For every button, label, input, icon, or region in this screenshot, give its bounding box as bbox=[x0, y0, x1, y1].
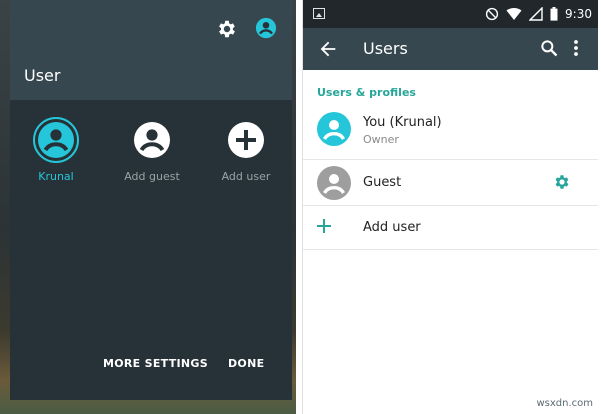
users-settings-screen: 9:30 Users Users & profiles You (Krunal)… bbox=[302, 0, 598, 414]
signal-icon bbox=[529, 7, 543, 21]
user-tile-add-user[interactable]: Add user bbox=[200, 116, 292, 183]
more-vert-icon[interactable] bbox=[571, 38, 581, 58]
account-circle-icon bbox=[33, 117, 79, 163]
list-item-title: Add user bbox=[363, 220, 421, 235]
plus-icon bbox=[317, 219, 331, 233]
done-button[interactable]: DONE bbox=[228, 357, 264, 370]
quick-settings-panel: User Krunal Add guest Add user MORE SETT… bbox=[0, 0, 296, 414]
back-arrow-icon[interactable] bbox=[317, 38, 339, 60]
more-settings-button[interactable]: MORE SETTINGS bbox=[103, 357, 208, 370]
list-item-guest[interactable]: Guest bbox=[303, 160, 598, 206]
section-title-users-profiles: Users & profiles bbox=[317, 86, 416, 99]
do-not-disturb-icon bbox=[485, 7, 499, 21]
list-item-title: Guest bbox=[363, 175, 402, 190]
app-bar: Users bbox=[303, 28, 598, 70]
plus-circle-icon bbox=[228, 122, 264, 158]
page-title: Users bbox=[363, 39, 408, 58]
user-tile-add-guest[interactable]: Add guest bbox=[106, 116, 198, 183]
user-tile-label: Add guest bbox=[124, 170, 180, 183]
list-item-you[interactable]: You (Krunal) Owner bbox=[303, 104, 598, 160]
gear-icon[interactable] bbox=[216, 18, 238, 40]
list-item-add-user[interactable]: Add user bbox=[303, 206, 598, 250]
battery-icon bbox=[550, 7, 558, 21]
wifi-icon bbox=[506, 8, 522, 20]
user-tile-krunal[interactable]: Krunal bbox=[10, 116, 102, 183]
user-tile-label: Krunal bbox=[38, 170, 74, 183]
search-icon[interactable] bbox=[539, 38, 559, 58]
screenshot-root: User Krunal Add guest Add user MORE SETT… bbox=[0, 0, 601, 414]
watermark-text: wsxdn.com bbox=[536, 398, 593, 409]
user-panel-header bbox=[10, 0, 292, 100]
panel-title: User bbox=[24, 66, 61, 85]
list-item-subtitle: Owner bbox=[363, 133, 399, 146]
user-tile-label: Add user bbox=[221, 170, 271, 183]
account-circle-icon[interactable] bbox=[255, 17, 277, 39]
status-time: 9:30 bbox=[565, 7, 592, 21]
account-circle-icon bbox=[317, 166, 351, 200]
gear-icon[interactable] bbox=[553, 173, 571, 191]
image-notification-icon bbox=[313, 8, 325, 19]
account-circle-icon bbox=[317, 112, 351, 146]
account-circle-icon bbox=[134, 122, 170, 158]
list-item-title: You (Krunal) bbox=[363, 115, 442, 130]
status-bar: 9:30 bbox=[303, 0, 598, 28]
status-icons: 9:30 bbox=[485, 6, 592, 22]
